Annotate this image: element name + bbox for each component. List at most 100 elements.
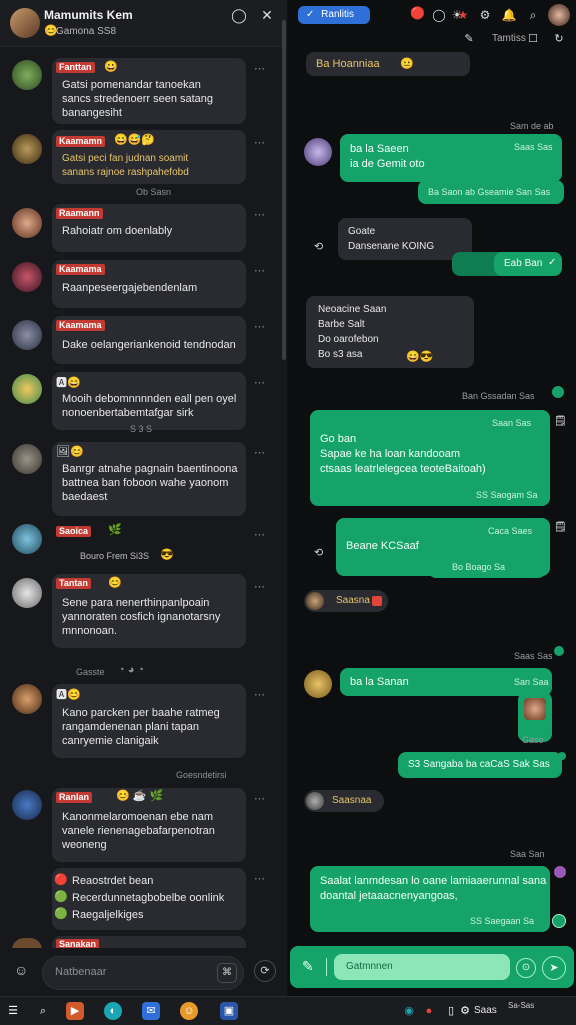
bell-icon[interactable]: 🔔 <box>500 6 518 24</box>
avatar[interactable] <box>12 578 42 608</box>
clock[interactable]: Saas <box>474 1005 497 1016</box>
outgoing-message[interactable]: Eab Ban ✓ <box>494 252 562 276</box>
message-text: Go ban Sapae ke ha loan kandooam ctsaas … <box>320 433 486 475</box>
status-dot-icon <box>554 646 564 656</box>
emoji-icon: 😄😎 <box>406 351 434 363</box>
user-avatar[interactable] <box>548 4 570 26</box>
left-header: Mamumits Kem 😊 Gamona SS8 ◯ ✕ <box>0 0 287 47</box>
outgoing-message[interactable]: Saan Sas Go ban Sapae ke ha loan kandooa… <box>310 410 550 506</box>
avatar[interactable] <box>12 60 42 90</box>
left-composer: ☺ Natbenaar ⌘ ⟳ <box>0 948 287 996</box>
incoming-message[interactable]: Goate Dansenane KOING <box>338 218 472 260</box>
emoji-icon: 😎 <box>160 549 174 561</box>
avatar[interactable] <box>306 792 324 810</box>
emoji-icon: 🅰😊 <box>56 689 81 701</box>
app-icon-store[interactable]: ▣ <box>220 1002 238 1020</box>
more-icon[interactable]: ⋯ <box>254 580 265 593</box>
reply-icon[interactable]: ⟲ <box>314 240 323 253</box>
left-scrollbar[interactable] <box>282 20 286 360</box>
avatar[interactable] <box>12 262 42 292</box>
message-label: Saas Sas <box>514 142 553 152</box>
sticker-icon <box>524 698 546 720</box>
message-text: S3 Sangaba ba caCaS Sak Sas <box>408 759 550 770</box>
reaction-icon[interactable]: 🗒 <box>554 522 567 533</box>
more-icon[interactable]: ⋯ <box>254 528 265 541</box>
star-icon[interactable]: ★ <box>454 6 472 24</box>
more-icon[interactable]: ⋯ <box>254 446 265 459</box>
avatar[interactable] <box>12 320 42 350</box>
sender-name: Fanttan <box>56 62 95 73</box>
refresh-icon[interactable]: ◯ <box>230 6 248 24</box>
more-icon[interactable]: ⋯ <box>254 872 265 885</box>
incoming-message[interactable]: Neoacine Saan Barbe Salt Do oarofebon Bo… <box>306 296 474 368</box>
emoji-icon: 🔴 🟢 🟢 <box>54 874 68 920</box>
attach-icon[interactable]: ⌘ <box>217 963 237 983</box>
profile-avatar[interactable] <box>10 8 40 38</box>
message-text: Goate Dansenane KOING <box>348 226 435 252</box>
pen-icon[interactable]: ✎ <box>302 958 314 975</box>
outgoing-message[interactable]: Saalat lanmdesan lo oane lamiaaerunnal s… <box>310 866 550 932</box>
app-icon-chat[interactable]: ☺ <box>180 1002 198 1020</box>
more-icon[interactable]: ⋯ <box>254 688 265 701</box>
circle-icon[interactable]: ◯ <box>430 6 448 24</box>
avatar[interactable] <box>12 524 42 554</box>
more-icon[interactable]: ⋯ <box>254 320 265 333</box>
active-tab[interactable]: ✓ Ranlitis <box>298 6 370 24</box>
incoming-message[interactable]: Saasna <box>304 590 388 612</box>
network-icon[interactable]: ◉ <box>400 1002 418 1020</box>
emoji-icon: 😀 <box>104 61 118 73</box>
outgoing-message[interactable]: ba la Sanan San Saa <box>340 668 552 696</box>
chat-icon[interactable]: ☐ <box>524 30 542 48</box>
gear-icon[interactable]: ⚙ <box>456 1002 474 1020</box>
message-input[interactable]: Natbenaar ⌘ <box>42 956 244 990</box>
avatar[interactable] <box>12 208 42 238</box>
incoming-message[interactable]: Saasnaa <box>304 790 384 812</box>
more-icon[interactable]: ⋯ <box>254 62 265 75</box>
app-icon-browser[interactable]: ◐ <box>104 1002 122 1020</box>
sender-name: Kaamama <box>56 264 105 275</box>
more-icon[interactable]: ⋯ <box>254 208 265 221</box>
app-icon-video[interactable]: ▶ <box>66 1002 84 1020</box>
more-icon[interactable]: ⋯ <box>254 264 265 277</box>
reply-icon[interactable]: ⟲ <box>314 546 323 559</box>
outgoing-message[interactable]: ba la Saeen ia de Gemit oto Saas Sas <box>340 134 562 182</box>
attach-icon[interactable]: ⊙ <box>516 958 536 978</box>
sync-icon[interactable]: ↻ <box>550 30 568 48</box>
avatar[interactable] <box>12 134 42 164</box>
start-menu-icon[interactable]: ☰ <box>4 1002 22 1020</box>
incoming-message[interactable]: Ba Hoanniaa 😐 <box>306 52 470 76</box>
message-meta: Ba Saon ab Gseamie San Sas <box>428 187 551 197</box>
send-button[interactable]: ➤ <box>542 956 566 980</box>
avatar[interactable] <box>306 592 324 610</box>
more-icon[interactable]: ⋯ <box>254 792 265 805</box>
right-composer: ✎ Gatmnnen ⊙ ➤ <box>290 946 574 988</box>
avatar[interactable] <box>12 684 42 714</box>
toolbar-label[interactable]: Tamtiss <box>492 33 526 44</box>
record-icon[interactable]: ● <box>420 1002 438 1020</box>
message-meta: SS Saegaan Sa <box>470 916 535 926</box>
search-icon[interactable]: ⌕ <box>34 1002 52 1020</box>
color-dots-icon[interactable]: 🔴 <box>410 6 425 20</box>
more-icon[interactable]: ⋯ <box>254 376 265 389</box>
avatar[interactable] <box>304 670 332 698</box>
search-icon[interactable]: ⌕ <box>524 6 542 24</box>
reaction-icon[interactable]: 🗒 <box>554 416 567 427</box>
avatar[interactable] <box>12 374 42 404</box>
avatar[interactable] <box>12 790 42 820</box>
more-icon[interactable]: ⋯ <box>254 136 265 149</box>
message-input[interactable]: Gatmnnen <box>334 954 510 980</box>
outgoing-message[interactable]: S3 Sangaba ba caCaS Sak Sas <box>398 752 562 778</box>
settings-icon[interactable]: ⚙ <box>476 6 494 24</box>
app-icon-messenger[interactable]: ✉ <box>142 1002 160 1020</box>
close-icon[interactable]: ✕ <box>258 6 276 24</box>
emoji-picker-icon[interactable]: ☺ <box>14 962 28 978</box>
sender-name: Raamann <box>56 208 103 219</box>
avatar[interactable] <box>12 444 42 474</box>
edit-icon[interactable]: ✎ <box>460 30 478 48</box>
date[interactable]: Sa-Sas <box>508 1001 568 1010</box>
message-text: Beane KCSaaf <box>346 540 419 552</box>
avatar[interactable] <box>304 138 332 166</box>
message-text: Banrgr atnahe pagnain baentinoona battne… <box>62 463 238 503</box>
message-label: Saan Sas <box>492 418 532 428</box>
voice-button[interactable]: ⟳ <box>254 960 276 982</box>
